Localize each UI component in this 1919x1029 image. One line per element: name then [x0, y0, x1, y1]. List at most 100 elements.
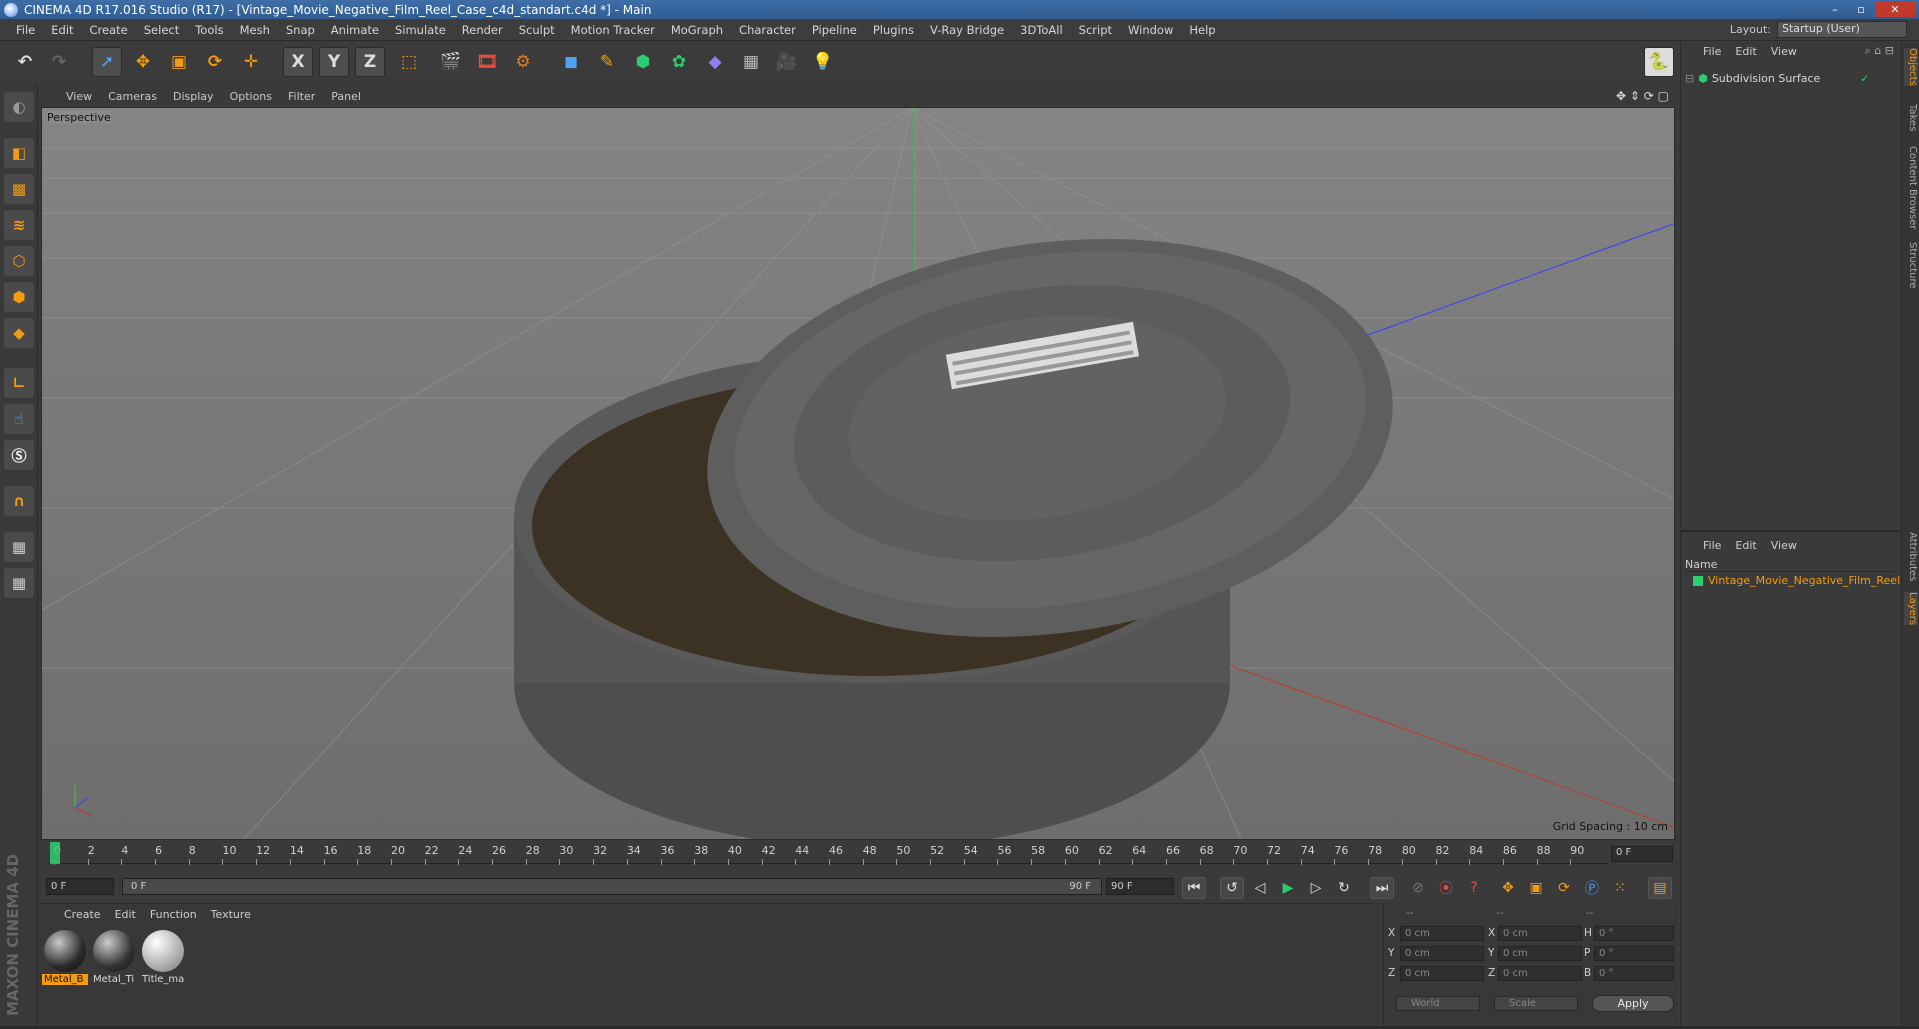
object-menu-view[interactable]: View — [1771, 45, 1797, 58]
pos-y-field[interactable]: 0 cm — [1400, 946, 1484, 961]
layout-dropdown[interactable]: Startup (User) — [1777, 21, 1907, 38]
material-swatch-metal-b[interactable]: Metal_B — [42, 928, 88, 986]
python-icon[interactable]: 🐍 — [1644, 47, 1674, 77]
scale-tool-icon[interactable]: ▣ — [164, 47, 194, 77]
render-picture-viewer-icon[interactable]: 🎞 — [472, 47, 502, 77]
lock-workplane-icon[interactable]: ▦ — [4, 532, 34, 562]
rot-p-field[interactable]: 0 ° — [1594, 946, 1674, 961]
object-menu-file[interactable]: File — [1703, 45, 1721, 58]
menu-motion-tracker[interactable]: Motion Tracker — [563, 23, 663, 37]
move-tool-icon[interactable]: ✥ — [128, 47, 158, 77]
deformer-icon[interactable]: ◆ — [700, 47, 730, 77]
rotate-tool-icon[interactable]: ⟳ — [200, 47, 230, 77]
apply-button[interactable]: Apply — [1592, 995, 1674, 1012]
tab-attributes[interactable]: Attributes — [1904, 532, 1918, 581]
tab-layers[interactable]: Layers — [1904, 592, 1918, 626]
make-editable-icon[interactable]: ◐ — [4, 92, 34, 122]
spline-pen-icon[interactable]: ✎ — [592, 47, 622, 77]
magnet-icon[interactable]: ∩ — [4, 486, 34, 516]
key-rotation-icon[interactable]: ⟳ — [1552, 877, 1576, 899]
cube-primitive-icon[interactable]: ◼ — [556, 47, 586, 77]
viewport-menu-panel[interactable]: Panel — [331, 90, 371, 103]
tweak-mode-icon[interactable]: ☝ — [4, 404, 34, 434]
redo-icon[interactable]: ↷ — [44, 47, 74, 77]
edges-mode-icon[interactable]: ⬢ — [4, 282, 34, 312]
points-mode-icon[interactable]: ⬡ — [4, 246, 34, 276]
perspective-viewport[interactable]: Perspective Grid Spacing : 10 cm — [41, 107, 1675, 840]
menu-window[interactable]: Window — [1120, 23, 1181, 37]
menu-select[interactable]: Select — [136, 23, 187, 37]
viewport-menu-cameras[interactable]: Cameras — [108, 90, 167, 103]
menu-create[interactable]: Create — [82, 23, 136, 37]
key-pla-icon[interactable]: ⁙ — [1608, 877, 1632, 899]
rot-b-field[interactable]: 0 ° — [1594, 966, 1674, 981]
x-axis-lock[interactable]: X — [283, 47, 313, 77]
key-position-icon[interactable]: ✥ — [1496, 877, 1520, 899]
layer-row[interactable]: Vintage_Movie_Negative_Film_Reel — [1693, 574, 1900, 587]
viewport-menu-options[interactable]: Options — [230, 90, 282, 103]
go-to-end-icon[interactable]: ⏭ — [1370, 877, 1394, 899]
timeline-ruler[interactable]: 0246810121416182022242628303234363840424… — [48, 842, 1608, 865]
coordinate-system-icon[interactable]: ⬚ — [394, 47, 424, 77]
layer-menu-file[interactable]: File — [1703, 539, 1721, 552]
layer-menu-view[interactable]: View — [1771, 539, 1797, 552]
workplane-mode-icon[interactable]: ≋ — [4, 210, 34, 240]
size-y-field[interactable]: 0 cm — [1498, 946, 1582, 961]
key-parameter-icon[interactable]: Ⓟ — [1580, 877, 1604, 899]
playhead[interactable] — [50, 842, 60, 864]
menu-tools[interactable]: Tools — [187, 23, 231, 37]
key-scale-icon[interactable]: ▣ — [1524, 877, 1548, 899]
play-icon[interactable]: ▶ — [1276, 877, 1300, 899]
y-axis-lock[interactable]: Y — [319, 47, 349, 77]
material-menu-texture[interactable]: Texture — [211, 908, 251, 921]
menu-animate[interactable]: Animate — [323, 23, 387, 37]
render-settings-icon[interactable]: ⚙ — [508, 47, 538, 77]
viewport-menu-view[interactable]: View — [66, 90, 102, 103]
menu-character[interactable]: Character — [731, 23, 804, 37]
close-button[interactable]: ✕ — [1875, 1, 1915, 17]
camera-icon[interactable]: 🎥 — [772, 47, 802, 77]
texture-mode-icon[interactable]: ▩ — [4, 174, 34, 204]
timeline[interactable]: 0246810121416182022242628303234363840424… — [40, 842, 1677, 872]
pos-z-field[interactable]: 0 cm — [1400, 966, 1484, 981]
previous-keyframe-icon[interactable]: ↺ — [1220, 877, 1244, 899]
timeline-window-icon[interactable]: ▤ — [1648, 877, 1672, 899]
maximize-button[interactable]: ▫ — [1849, 1, 1873, 17]
menu-edit[interactable]: Edit — [43, 23, 81, 37]
expand-icon[interactable]: ⊟ — [1685, 72, 1694, 85]
minimize-button[interactable]: – — [1823, 1, 1847, 17]
tab-objects[interactable]: Objects — [1904, 48, 1918, 86]
subdivision-surface-icon[interactable]: ⬢ — [628, 47, 658, 77]
render-view-icon[interactable]: 🎬 — [436, 47, 466, 77]
material-swatch-metal-ti[interactable]: Metal_Ti — [91, 928, 137, 986]
size-mode-dropdown[interactable]: Scale — [1494, 996, 1578, 1011]
menu-pipeline[interactable]: Pipeline — [804, 23, 865, 37]
menu-simulate[interactable]: Simulate — [387, 23, 454, 37]
object-row-subdivision-surface[interactable]: ⊟ ⬢ Subdivision Surface ✓ — [1685, 72, 1869, 85]
menu-script[interactable]: Script — [1071, 23, 1120, 37]
menu-render[interactable]: Render — [454, 23, 511, 37]
live-selection-icon[interactable]: ➚ — [92, 47, 122, 77]
object-menu-edit[interactable]: Edit — [1735, 45, 1756, 58]
light-icon[interactable]: 💡 — [808, 47, 838, 77]
undo-icon[interactable]: ↶ — [10, 47, 40, 77]
menu-3dtoall[interactable]: 3DToAll — [1012, 23, 1071, 37]
go-to-start-icon[interactable]: ⏮ — [1182, 877, 1206, 899]
frame-range-slider[interactable]: 0 F 90 F — [122, 878, 1102, 895]
material-menu-edit[interactable]: Edit — [115, 908, 136, 921]
recent-tool-icon[interactable]: ✛ — [236, 47, 266, 77]
previous-frame-icon[interactable]: ◁ — [1248, 877, 1272, 899]
viewport-navigation-icons[interactable]: ✥ ⇕ ⟳ ▢ — [1616, 89, 1669, 103]
material-menu-function[interactable]: Function — [150, 908, 197, 921]
object-manager-search-icons[interactable]: ⌕ ⌂ ⊟ — [1865, 44, 1894, 58]
rot-h-field[interactable]: 0 ° — [1594, 926, 1674, 941]
tab-structure[interactable]: Structure — [1904, 242, 1918, 289]
autokeying-icon[interactable]: ? — [1462, 877, 1486, 899]
menu-mograph[interactable]: MoGraph — [663, 23, 731, 37]
size-z-field[interactable]: 0 cm — [1498, 966, 1582, 981]
planar-workplane-icon[interactable]: ▦ — [4, 568, 34, 598]
menu-mesh[interactable]: Mesh — [232, 23, 278, 37]
next-keyframe-icon[interactable]: ↻ — [1332, 877, 1356, 899]
menu-snap[interactable]: Snap — [278, 23, 323, 37]
size-x-field[interactable]: 0 cm — [1498, 926, 1582, 941]
